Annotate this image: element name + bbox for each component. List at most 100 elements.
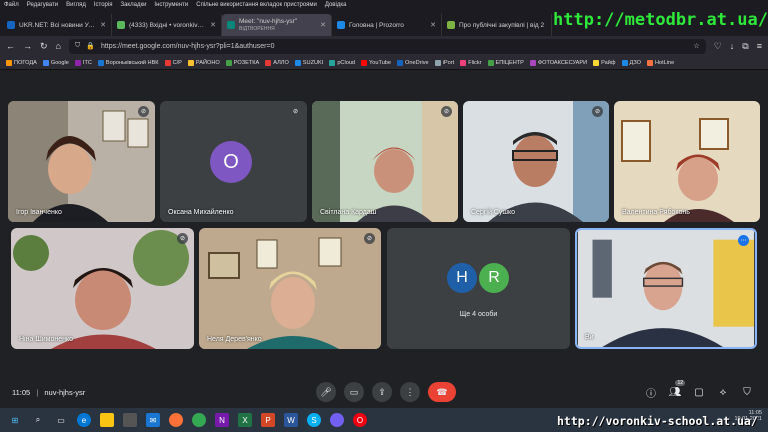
bookmark-item[interactable]: Райф: [593, 59, 616, 66]
powerpoint-icon[interactable]: P: [261, 413, 275, 427]
meeting-controls-bar: 11:05 | nuv-hjhs-ysr 🎤︎ ▭ ⇪ ⋮ ☎ ⓘ 👥︎ 12 ▢…: [0, 376, 768, 408]
home-icon[interactable]: ⌂: [56, 41, 61, 51]
menu-tools[interactable]: Інструменти: [154, 2, 188, 8]
more-options-icon[interactable]: ⋮: [400, 382, 420, 402]
back-icon[interactable]: ←: [6, 41, 15, 51]
bookmark-item[interactable]: ДЗО: [621, 59, 641, 66]
bookmark-item[interactable]: OneDrive: [397, 59, 429, 66]
url-text[interactable]: https://meet.google.com/nuv-hjhs-ysr?pli…: [101, 43, 687, 50]
pocket-icon[interactable]: ♡: [714, 41, 722, 52]
bookmark-item[interactable]: iPort: [434, 59, 454, 66]
tab-label: Meet: "nuv-hjhs-ysr": [239, 17, 298, 25]
close-icon[interactable]: ✕: [210, 21, 216, 29]
call-controls: 🎤︎ ▭ ⇪ ⋮ ☎: [316, 382, 456, 402]
chat-icon[interactable]: ▢: [690, 382, 708, 402]
bookmark-item[interactable]: Google: [42, 59, 69, 66]
excel-icon[interactable]: X: [238, 413, 252, 427]
participant-tile[interactable]: Ігор Іванченко ⊘: [8, 101, 155, 222]
word-icon[interactable]: W: [284, 413, 298, 427]
participant-tile[interactable]: Валентина Рябоконь: [614, 101, 760, 222]
menu-file[interactable]: Файл: [4, 2, 19, 8]
bookmark-item[interactable]: РОЗЕТКА: [225, 59, 259, 66]
bookmark-item[interactable]: ЕПІЦЕНТР: [487, 59, 524, 66]
menu-bookmarks[interactable]: Закладки: [120, 2, 146, 8]
bookmark-item[interactable]: YouTube: [361, 59, 391, 66]
bookmark-item[interactable]: SUZUKI: [294, 59, 323, 66]
end-call-icon[interactable]: ☎: [428, 382, 456, 402]
bookmark-item[interactable]: РАЙОНО: [187, 59, 220, 66]
bookmark-favicon-icon: [593, 59, 600, 66]
tab-procurement[interactable]: Про публічні закупівлі | від 2: [442, 14, 552, 36]
others-tile[interactable]: H R Ще 4 особи: [387, 228, 570, 349]
watermark-bottom: http://voronkiv-school.at.ua/: [557, 414, 758, 428]
bookmark-item[interactable]: pCloud: [329, 59, 355, 66]
bookmark-label: OneDrive: [405, 59, 429, 66]
info-icon[interactable]: ⓘ: [642, 382, 660, 402]
activities-icon[interactable]: ⟡: [714, 382, 732, 402]
bookmark-label: HotLine: [655, 59, 675, 66]
close-icon[interactable]: ✕: [430, 21, 436, 29]
star-icon[interactable]: ☆: [693, 42, 699, 50]
bookmark-favicon-icon: [647, 59, 653, 66]
participant-tile[interactable]: O Оксана Михайленко ⊘: [160, 101, 307, 222]
participant-tile[interactable]: Ніна Шимоненко ⊘: [11, 228, 194, 349]
extensions-icon[interactable]: ⧉: [742, 41, 748, 52]
mail-icon[interactable]: ✉: [146, 413, 160, 427]
tab-meet[interactable]: Meet: "nuv-hjhs-ysr" ВІДТВОРЕННЯ ✕: [222, 14, 332, 36]
bookmark-label: РАЙОНО: [195, 59, 220, 66]
participant-tile[interactable]: Сергій Сушко ⊘: [463, 101, 609, 222]
bookmark-item[interactable]: АЛЛО: [265, 59, 289, 66]
bookmark-favicon-icon: [294, 59, 301, 66]
task-view-icon[interactable]: ▭: [54, 413, 68, 427]
reload-icon[interactable]: ↻: [40, 41, 48, 52]
present-screen-icon[interactable]: ⇪: [372, 382, 392, 402]
bookmark-item[interactable]: Вороньківський НВК: [97, 59, 159, 66]
bookmark-item[interactable]: ПОГОДА: [6, 59, 37, 66]
search-icon[interactable]: ⌕: [31, 413, 45, 427]
lock-icon[interactable]: 🔒: [86, 42, 95, 50]
bookmark-item[interactable]: C/P: [164, 59, 182, 66]
microphone-icon[interactable]: 🎤︎: [316, 382, 336, 402]
self-tile[interactable]: Ви ⋯: [575, 228, 757, 349]
close-icon[interactable]: ✕: [100, 21, 106, 29]
bookmark-item[interactable]: ITC: [74, 59, 92, 66]
opera-icon[interactable]: O: [353, 413, 367, 427]
shield-icon[interactable]: ⛉: [738, 382, 756, 402]
chrome-icon[interactable]: [192, 413, 206, 427]
edge-icon[interactable]: e: [77, 413, 91, 427]
forward-icon[interactable]: →: [23, 41, 32, 51]
more-options-icon[interactable]: ⋯: [738, 235, 749, 246]
downloads-icon[interactable]: ↓: [730, 41, 735, 51]
procurement-favicon-icon: [447, 21, 455, 29]
onenote-icon[interactable]: N: [215, 413, 229, 427]
participant-tile[interactable]: Неля Дерев'янко ⊘: [199, 228, 381, 349]
menu-icon[interactable]: ≡: [757, 41, 762, 51]
menu-bar: Файл Редагувати Вигляд Історія Закладки …: [0, 0, 768, 10]
people-count-badge: 12: [675, 380, 685, 386]
file-explorer-icon[interactable]: [100, 413, 114, 427]
viber-icon[interactable]: [330, 413, 344, 427]
close-icon[interactable]: ✕: [320, 21, 326, 29]
firefox-icon[interactable]: [169, 413, 183, 427]
people-icon[interactable]: 👥︎ 12: [666, 380, 685, 402]
menu-history[interactable]: Історія: [94, 2, 113, 8]
skype-icon[interactable]: S: [307, 413, 321, 427]
camera-icon[interactable]: ▭: [344, 382, 364, 402]
bookmark-item[interactable]: HotLine: [647, 59, 675, 66]
tab-prozorro[interactable]: Головна | Prozorro ✕: [332, 14, 442, 36]
store-icon[interactable]: [123, 413, 137, 427]
menu-edit[interactable]: Редагувати: [27, 2, 58, 8]
bookmark-item[interactable]: Flickr: [460, 59, 482, 66]
menu-view[interactable]: Вигляд: [66, 2, 86, 8]
participant-tile[interactable]: Світлана Кардаш ⊘: [312, 101, 458, 222]
bookmark-label: C/P: [172, 59, 182, 66]
address-bar[interactable]: ⛉ 🔒 https://meet.google.com/nuv-hjhs-ysr…: [68, 38, 706, 54]
tab-gmail[interactable]: (4333) Вхідні • voronkiv-school✕: [112, 14, 222, 36]
menu-sync[interactable]: Спільне використання вкладок пристроями: [196, 2, 317, 8]
bookmark-item[interactable]: ФОТОАКСЕСУАРИ: [529, 59, 587, 66]
tab-ukrnet[interactable]: UKR.NET: Всі новини України ✕: [2, 14, 112, 36]
bookmark-label: Flickr: [468, 59, 482, 66]
shield-icon[interactable]: ⛉: [75, 42, 80, 50]
windows-start-icon[interactable]: ⊞: [8, 413, 22, 427]
menu-help[interactable]: Довідка: [325, 2, 347, 8]
